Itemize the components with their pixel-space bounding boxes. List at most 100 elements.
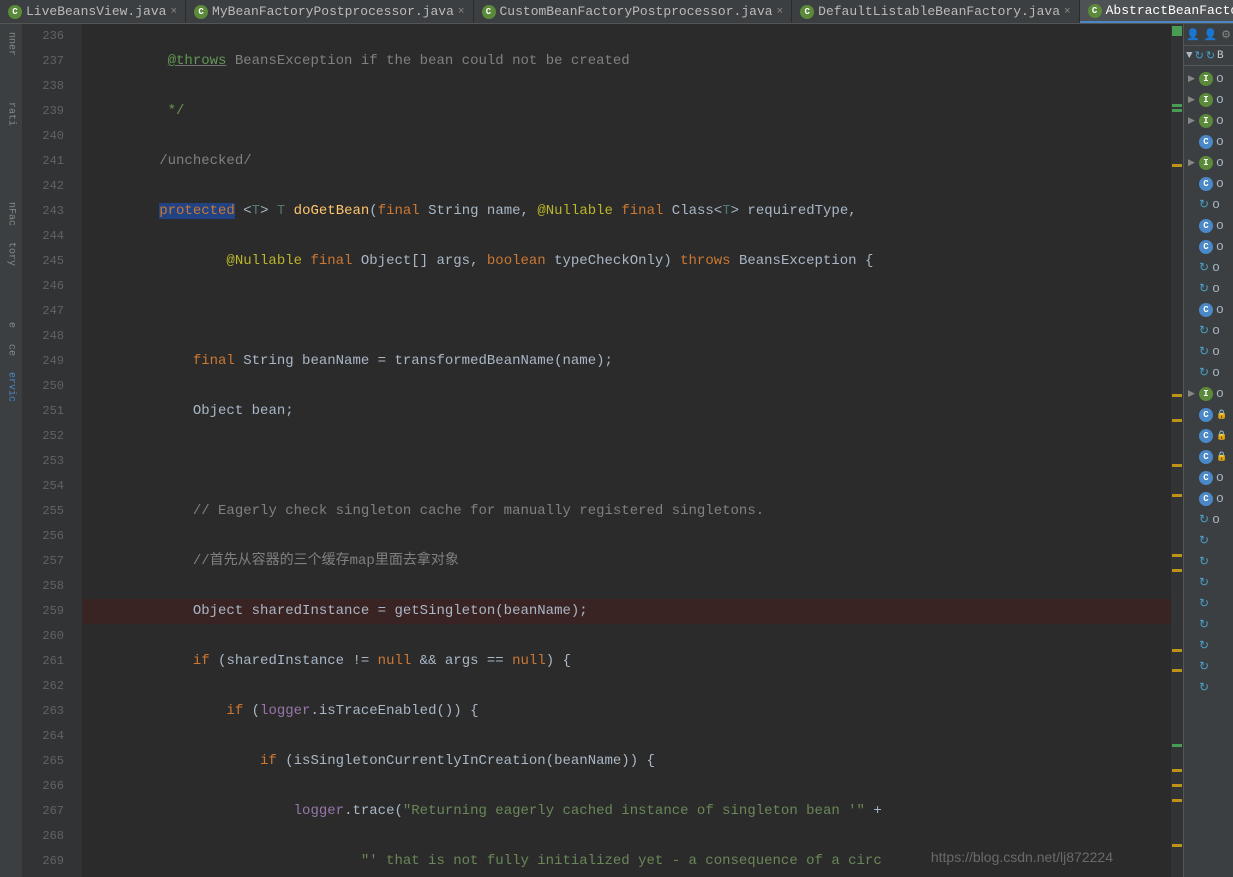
tab-abstractbeanfactory[interactable]: C AbstractBeanFactory.java × (1080, 0, 1233, 23)
hierarchy-node[interactable]: Co (1184, 131, 1233, 152)
sidebar-item-5[interactable]: e (4, 314, 19, 336)
line-number[interactable]: 239 (22, 99, 82, 124)
refresh-icon: ↻ (1199, 554, 1209, 569)
hierarchy-node[interactable]: C🔒 (1184, 425, 1233, 446)
sidebar-item-4[interactable]: tory (4, 234, 19, 274)
hierarchy-node[interactable]: ↻ (1184, 635, 1233, 656)
hierarchy-node[interactable]: ↻ (1184, 530, 1233, 551)
class-icon: C (1199, 492, 1213, 506)
refresh-icon[interactable]: ↻ (1206, 49, 1215, 63)
line-number: 248 (22, 324, 82, 349)
hierarchy-node[interactable]: Co (1184, 299, 1233, 320)
line-number: 242 (22, 174, 82, 199)
line-number: 267 (22, 799, 82, 824)
line-number: 263 (22, 699, 82, 724)
sidebar-item-1[interactable]: nner (4, 24, 19, 64)
stripe-mark[interactable] (1172, 769, 1182, 772)
stripe-mark[interactable] (1172, 744, 1182, 747)
class-icon: C (1199, 240, 1213, 254)
error-stripe[interactable] (1171, 24, 1183, 877)
stripe-mark[interactable] (1172, 419, 1182, 422)
hierarchy-toolbar: ▼ ↻ ↻ B (1184, 46, 1233, 66)
line-number: 244 (22, 224, 82, 249)
hierarchy-node[interactable]: ↻o (1184, 509, 1233, 530)
hierarchy-node[interactable]: Co (1184, 488, 1233, 509)
stripe-mark[interactable] (1172, 104, 1182, 107)
sidebar-item-2[interactable]: rati (4, 94, 19, 134)
java-class-icon: C (194, 5, 208, 19)
hierarchy-node[interactable]: ↻o (1184, 278, 1233, 299)
close-icon[interactable]: × (170, 6, 177, 18)
hierarchy-node[interactable]: Co (1184, 173, 1233, 194)
hierarchy-node[interactable]: ▶Io (1184, 383, 1233, 404)
sidebar-item-6[interactable]: ce (4, 336, 19, 364)
hierarchy-tree[interactable]: ▶Io ▶Io ▶Io Co ▶Io Co ↻o Co Co ↻o ↻o Co … (1184, 66, 1233, 877)
hierarchy-node[interactable]: C🔒 (1184, 404, 1233, 425)
stripe-mark[interactable] (1172, 569, 1182, 572)
person-icon[interactable]: 👤 (1204, 28, 1218, 42)
hierarchy-node[interactable]: ↻ (1184, 572, 1233, 593)
stripe-mark[interactable] (1172, 669, 1182, 672)
refresh-icon: ↻ (1199, 680, 1209, 695)
code-editor: 236 237 238 239 240 241 242 243 244 245 … (22, 24, 1183, 877)
left-tool-strip: nner rati nFac tory e ce ervic (0, 24, 22, 877)
hierarchy-node[interactable]: ↻ (1184, 656, 1233, 677)
code-content[interactable]: @throws BeansException if the bean could… (82, 24, 1171, 877)
stripe-mark[interactable] (1172, 554, 1182, 557)
refresh-icon: ↻ (1199, 533, 1209, 548)
hierarchy-node[interactable]: ↻ (1184, 614, 1233, 635)
node-badge: o (1216, 155, 1224, 170)
hierarchy-node[interactable]: ▶Io (1184, 152, 1233, 173)
hierarchy-node[interactable]: ↻o (1184, 362, 1233, 383)
person-icon[interactable]: 👤 (1186, 28, 1200, 42)
stripe-mark[interactable] (1172, 784, 1182, 787)
hierarchy-node[interactable]: ↻ (1184, 677, 1233, 698)
hierarchy-node[interactable]: ▶Io (1184, 68, 1233, 89)
refresh-icon: ↻ (1199, 281, 1209, 296)
stripe-mark[interactable] (1172, 799, 1182, 802)
tab-label: AbstractBeanFactory.java (1106, 3, 1233, 18)
node-badge: o (1212, 260, 1220, 275)
interface-icon: I (1199, 156, 1213, 170)
refresh-icon: ↻ (1199, 197, 1209, 212)
tab-livebeans[interactable]: C LiveBeansView.java × (0, 0, 186, 23)
stripe-mark[interactable] (1172, 494, 1182, 497)
sidebar-item-3[interactable]: nFac (4, 194, 19, 234)
stripe-mark[interactable] (1172, 844, 1182, 847)
tab-mybeanfactory[interactable]: C MyBeanFactoryPostprocessor.java × (186, 0, 473, 23)
gear-icon[interactable]: ⚙ (1221, 28, 1231, 42)
hierarchy-node[interactable]: Co (1184, 236, 1233, 257)
refresh-icon[interactable]: ↻ (1195, 49, 1204, 63)
stripe-mark[interactable] (1172, 164, 1182, 167)
tab-defaultlistable[interactable]: C DefaultListableBeanFactory.java × (792, 0, 1079, 23)
hierarchy-node[interactable]: C🔒 (1184, 446, 1233, 467)
chevron-down-icon[interactable]: ▼ (1186, 50, 1193, 62)
stripe-mark[interactable] (1172, 109, 1182, 112)
hierarchy-node[interactable]: ▶Io (1184, 89, 1233, 110)
hierarchy-node[interactable]: ↻o (1184, 341, 1233, 362)
stripe-mark[interactable] (1172, 464, 1182, 467)
hierarchy-node[interactable]: ↻o (1184, 194, 1233, 215)
close-icon[interactable]: × (777, 6, 784, 18)
hierarchy-node[interactable]: Co (1184, 467, 1233, 488)
class-icon: C (1199, 408, 1213, 422)
node-badge: o (1212, 197, 1220, 212)
hierarchy-node[interactable]: ↻o (1184, 320, 1233, 341)
stripe-mark[interactable] (1172, 394, 1182, 397)
line-number: 253 (22, 449, 82, 474)
tab-label: CustomBeanFactoryPostprocessor.java (500, 4, 773, 19)
stripe-mark[interactable] (1172, 649, 1182, 652)
close-icon[interactable]: × (1064, 6, 1071, 18)
close-icon[interactable]: × (458, 6, 465, 18)
hierarchy-node[interactable]: ↻ (1184, 593, 1233, 614)
hierarchy-node[interactable]: ▶Io (1184, 110, 1233, 131)
line-number[interactable]: 247 (22, 299, 82, 324)
sidebar-item-7[interactable]: ervic (4, 364, 19, 410)
hierarchy-node[interactable]: ↻ (1184, 551, 1233, 572)
hierarchy-node[interactable]: Co (1184, 215, 1233, 236)
hierarchy-node[interactable]: ↻o (1184, 257, 1233, 278)
lock-icon: 🔒 (1216, 410, 1227, 420)
tab-label: DefaultListableBeanFactory.java (818, 4, 1060, 19)
tab-custombeanfactory[interactable]: C CustomBeanFactoryPostprocessor.java × (474, 0, 793, 23)
line-number: 237 (22, 49, 82, 74)
